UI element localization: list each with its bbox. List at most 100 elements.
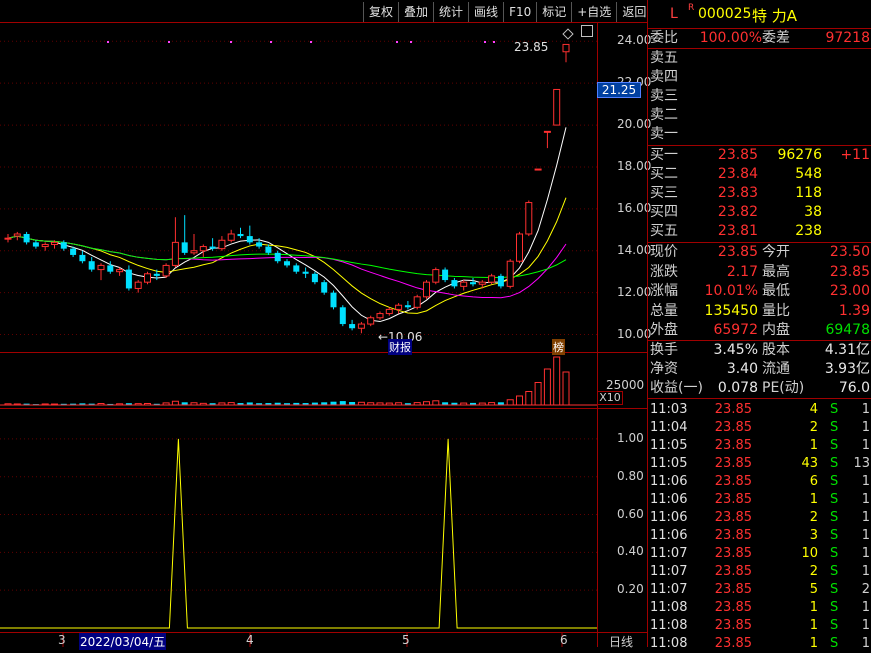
stat-value: 23.85 <box>717 244 758 260</box>
bid-row: 买五 23.81 238 <box>650 222 870 240</box>
candle-body <box>51 241 58 245</box>
x-axis-label-6: 6 <box>560 633 568 647</box>
stat-value: 65972 <box>713 322 758 338</box>
signal-dot <box>107 41 109 43</box>
tick-row: 11:07 23.85 2 S 1 <box>650 563 870 581</box>
candle-body <box>432 269 440 283</box>
tick-price: 23.85 <box>714 636 752 651</box>
volume-axis-value: 25000 <box>606 378 645 392</box>
bid-label: 买一 <box>650 147 678 163</box>
tick-price: 23.85 <box>714 438 752 453</box>
ma5-line <box>7 127 567 323</box>
signal-dot <box>493 41 495 43</box>
tick-row: 11:08 23.85 1 S 1 <box>650 635 870 653</box>
weibi-label: 委比 <box>650 30 678 46</box>
bid-row: 买四 23.82 38 <box>650 203 870 221</box>
bid-label: 买三 <box>650 185 678 201</box>
tick-row: 11:04 23.85 2 S 1 <box>650 419 870 437</box>
stat-value-2: 23.00 <box>829 283 870 299</box>
fund-label: 换手 <box>650 342 678 358</box>
list-tag[interactable]: 榜 <box>552 339 565 355</box>
tick-price: 23.85 <box>714 582 752 597</box>
tick-time: 11:08 <box>650 618 688 633</box>
bid-price: 23.85 <box>717 147 758 163</box>
tick-side: S <box>830 636 839 651</box>
kline-chart[interactable] <box>0 0 647 647</box>
candle-body <box>451 280 458 287</box>
candle-body <box>367 317 375 325</box>
ask-row: 卖三 <box>650 87 870 105</box>
tick-count: 1 <box>861 402 870 417</box>
tick-price: 23.85 <box>714 528 752 543</box>
candle-body <box>153 273 160 276</box>
ask-row: 卖五 <box>650 49 870 67</box>
stat-label-2: 最高 <box>762 263 790 280</box>
crosshair-price-tag: 21.25 <box>597 82 641 98</box>
fund-label-2: 股本 <box>762 342 790 358</box>
candle-body <box>516 233 523 262</box>
fund-value-2: 3.93亿 <box>824 361 870 377</box>
tick-volume: 1 <box>809 492 818 507</box>
tick-count: 1 <box>861 600 870 615</box>
stat-label-2: 内盘 <box>762 322 790 338</box>
period-selector[interactable]: 日线 <box>609 633 633 650</box>
candle-body <box>199 246 207 252</box>
tick-row: 11:06 23.85 2 S 1 <box>650 509 870 527</box>
stat-label-2: 今开 <box>762 244 790 260</box>
fund-row: 收益(一) 0.078 PE(动) 76.0 <box>650 379 870 397</box>
tick-count: 1 <box>861 564 870 579</box>
earnings-tag[interactable]: 财报 <box>388 339 412 355</box>
stat-value-2: 1.39 <box>838 302 870 319</box>
candle-body <box>171 241 179 266</box>
chart-settings-icon[interactable] <box>581 25 593 37</box>
candle-body <box>134 281 142 289</box>
tick-time: 11:05 <box>650 456 688 471</box>
tick-time: 11:03 <box>650 402 688 417</box>
tick-row: 11:08 23.85 1 S 1 <box>650 599 870 617</box>
candle-body <box>284 261 290 266</box>
bid-volume: 548 <box>795 166 822 182</box>
tick-volume: 6 <box>809 474 818 489</box>
tick-time: 11:08 <box>650 636 688 651</box>
tick-row: 11:03 23.85 4 S 1 <box>650 401 870 419</box>
x-axis-date-highlight: 2022/03/04/五 <box>79 633 167 650</box>
candle-body <box>395 304 403 310</box>
tick-side: S <box>830 546 839 561</box>
tick-time: 11:06 <box>650 492 688 507</box>
quote-panel: L R 000025 特 力A 委比 100.00% 委差 97218 卖五 卖四… <box>647 0 871 651</box>
candle-body <box>4 237 12 240</box>
tick-count: 1 <box>861 474 870 489</box>
bid-volume: 238 <box>795 223 822 239</box>
tick-price: 23.85 <box>714 618 752 633</box>
bid-volume: 118 <box>795 185 822 201</box>
tick-count: 1 <box>861 420 870 435</box>
tick-time: 11:06 <box>650 510 688 525</box>
candle-body <box>413 296 421 308</box>
candle-body <box>404 305 411 308</box>
tick-row: 11:07 23.85 5 S 2 <box>650 581 870 599</box>
stat-label-2: 量比 <box>762 302 790 319</box>
tick-side: S <box>830 438 839 453</box>
volume-bar <box>171 400 179 406</box>
tick-time: 11:07 <box>650 546 688 561</box>
volume-bar <box>562 371 570 406</box>
bid-row: 买一 23.85 96276 +11 <box>650 146 870 164</box>
tick-volume: 1 <box>809 636 818 651</box>
weicha-value: 97218 <box>825 30 870 46</box>
tick-time: 11:05 <box>650 438 688 453</box>
candle-body <box>543 130 551 133</box>
candle-body <box>79 254 86 262</box>
volume-bar <box>339 401 346 405</box>
tick-time: 11:07 <box>650 582 688 597</box>
indicator-line <box>0 438 597 629</box>
volume-axis-unit: X10 <box>597 391 623 405</box>
candle-body <box>302 271 309 274</box>
tick-volume: 1 <box>809 438 818 453</box>
tick-count: 1 <box>861 510 870 525</box>
bid-label: 买五 <box>650 223 678 239</box>
candle-body <box>506 260 514 287</box>
indicator-axis-label: 0.20 <box>617 582 644 597</box>
candle-body <box>246 236 253 243</box>
fund-row: 净资 3.40 流通 3.93亿 <box>650 360 870 378</box>
stat-label: 总量 <box>650 302 678 319</box>
